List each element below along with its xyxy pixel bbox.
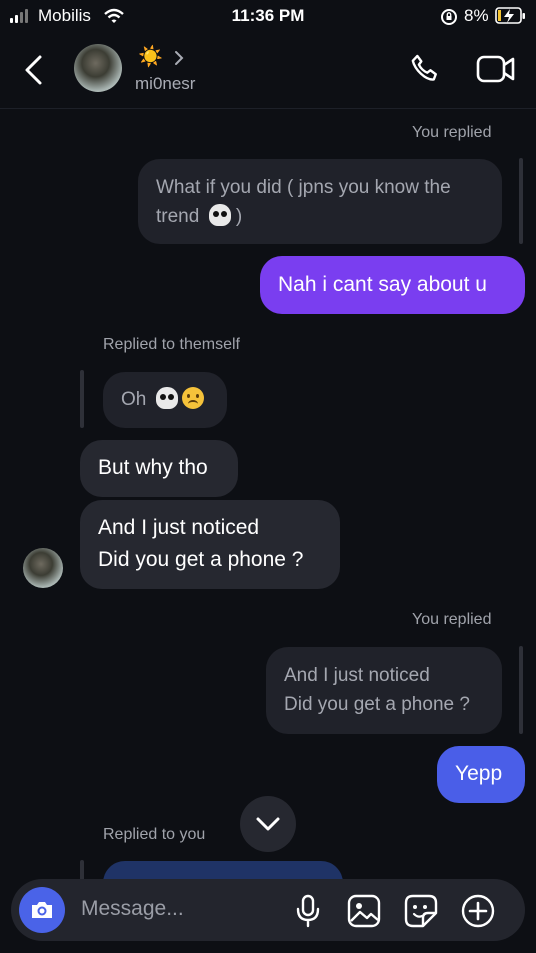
skull-emoji xyxy=(208,204,231,226)
battery-charging-icon xyxy=(495,7,525,24)
status-bar: Mobilis 11:36 PM 8% xyxy=(0,0,536,32)
camera-button[interactable] xyxy=(19,887,65,933)
quoted-message-text: Oh xyxy=(121,389,147,410)
replied-to-themself-label: Replied to themself xyxy=(103,336,240,353)
scroll-to-bottom-button[interactable] xyxy=(240,796,296,852)
reply-indicator-line xyxy=(519,158,523,244)
chat-header: ☀️ mi0nesr xyxy=(0,32,536,109)
replied-to-you-label: Replied to you xyxy=(103,826,206,843)
received-message-text: But why tho xyxy=(98,456,208,479)
phone-icon[interactable] xyxy=(408,52,442,86)
quoted-message[interactable]: And I just noticed Did you get a phone ? xyxy=(266,647,502,734)
sent-message-text: Nah i cant say about u xyxy=(278,273,487,296)
gallery-icon[interactable] xyxy=(347,894,381,928)
you-replied-label: You replied xyxy=(412,124,492,141)
back-arrow-icon[interactable] xyxy=(22,54,46,86)
message-composer: Message... xyxy=(11,879,525,941)
sent-message[interactable]: Nah i cant say about u xyxy=(260,256,525,314)
status-emoji: ☀️ xyxy=(138,46,163,68)
quoted-message[interactable]: Oh xyxy=(103,372,227,428)
sender-avatar[interactable] xyxy=(23,548,63,588)
microphone-icon[interactable] xyxy=(295,894,321,928)
sent-message[interactable]: Yepp xyxy=(437,746,525,803)
received-message-line: And I just noticed xyxy=(98,516,260,539)
orientation-lock-icon xyxy=(441,9,457,25)
username[interactable]: mi0nesr xyxy=(135,74,195,94)
received-message-line: Did you get a phone ? xyxy=(98,548,304,571)
reply-indicator-line xyxy=(519,646,523,734)
camera-icon xyxy=(32,902,52,918)
quoted-message-line: Did you get a phone ? xyxy=(284,694,470,715)
chevron-right-icon[interactable] xyxy=(173,49,185,67)
you-replied-label: You replied xyxy=(412,611,492,628)
sticker-icon[interactable] xyxy=(404,894,438,928)
video-camera-icon[interactable] xyxy=(476,53,516,85)
quoted-message[interactable]: What if you did ( jpns you know the tren… xyxy=(138,159,502,244)
received-message[interactable]: But why tho xyxy=(80,440,238,497)
sent-message-text: Yepp xyxy=(455,762,503,785)
plus-icon[interactable] xyxy=(461,894,495,928)
battery-percentage: 8% xyxy=(464,6,489,25)
frowning-face-emoji xyxy=(181,387,204,409)
quoted-message-line: And I just noticed xyxy=(284,665,430,686)
avatar[interactable] xyxy=(74,44,122,92)
reply-indicator-line xyxy=(80,370,84,428)
chevron-down-icon xyxy=(256,817,280,831)
message-input[interactable]: Message... xyxy=(81,897,184,921)
skull-emoji xyxy=(155,387,178,409)
received-message[interactable]: And I just noticed Did you get a phone ? xyxy=(80,500,340,589)
quoted-message-text: What if you did ( jpns you know the tren… xyxy=(156,177,451,227)
